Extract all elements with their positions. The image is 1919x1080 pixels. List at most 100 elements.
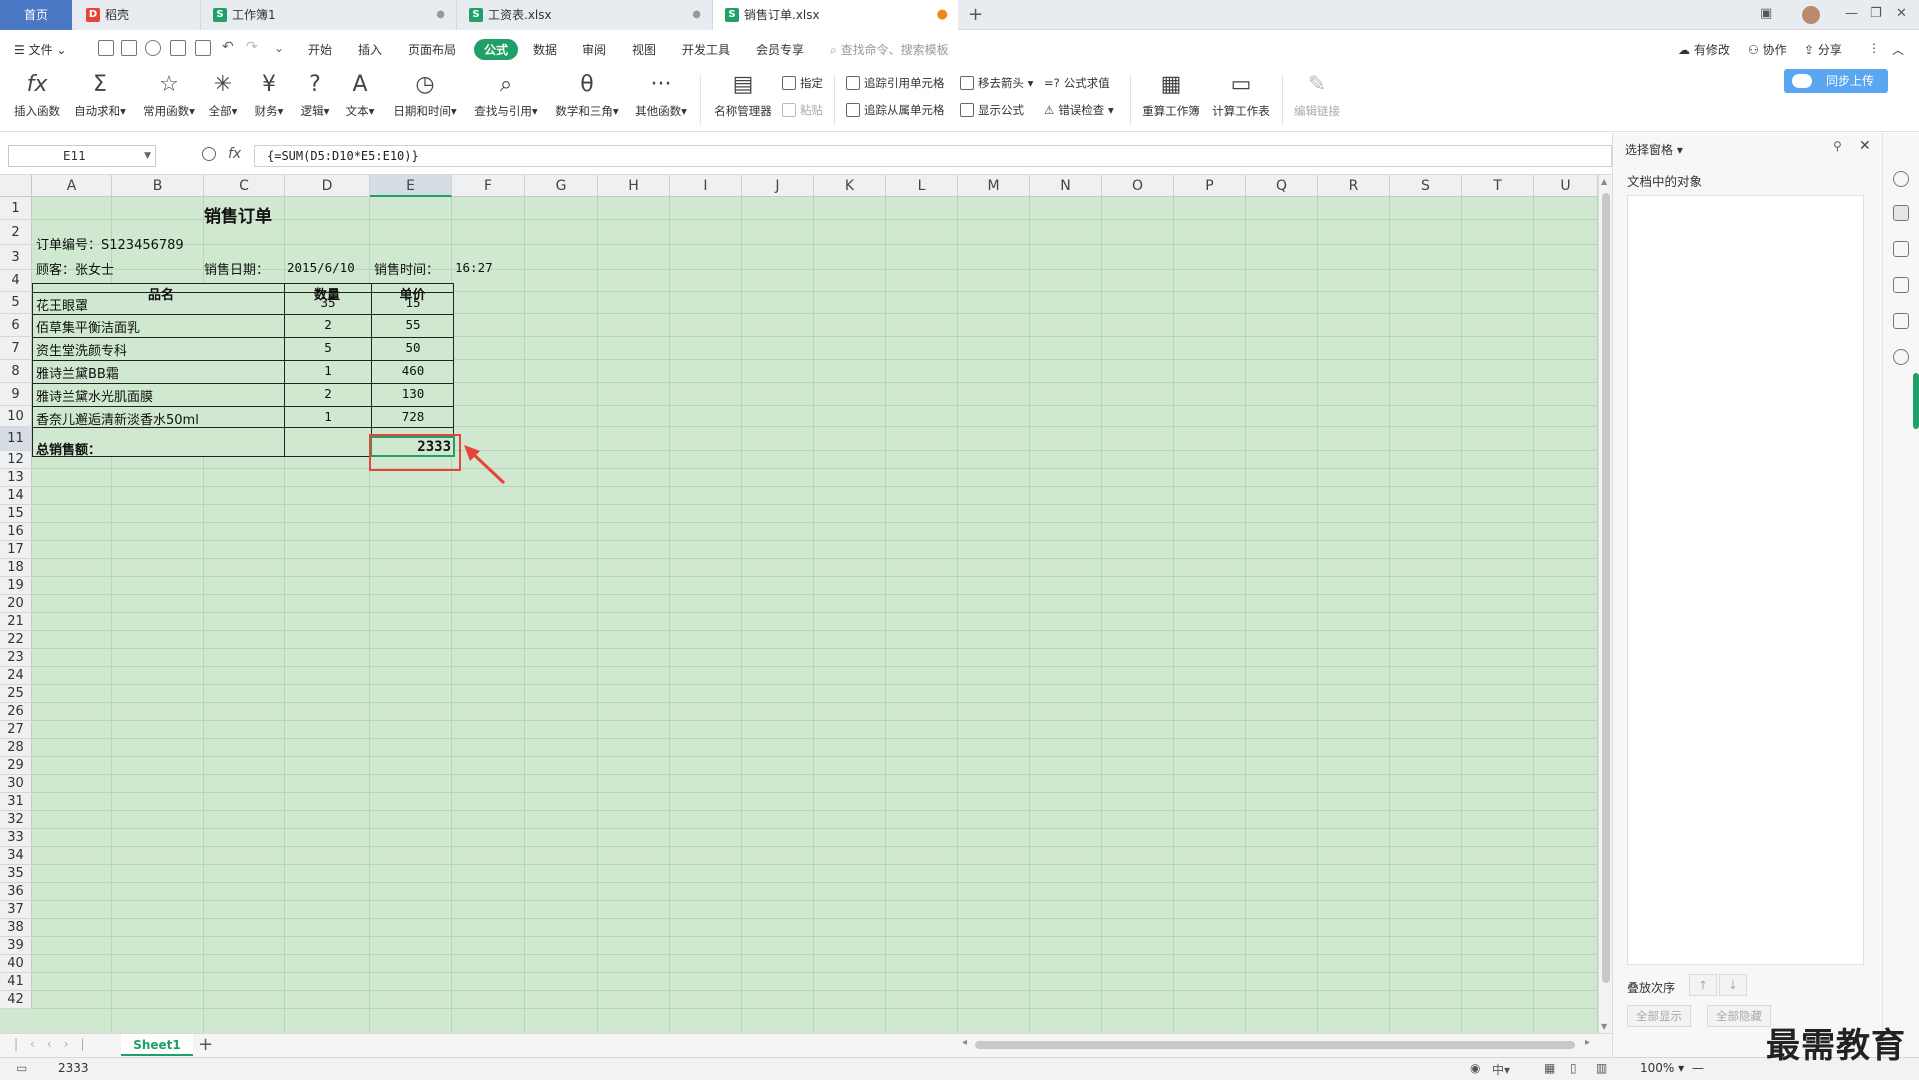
- input-method-icon[interactable]: 中▾: [1492, 1061, 1510, 1078]
- datetime-button[interactable]: ◷ 日期和时间▾: [390, 70, 460, 119]
- row-header-9[interactable]: 9: [0, 383, 32, 406]
- trace-dependents-button[interactable]: 追踪从属单元格: [846, 102, 945, 118]
- total-sales-label[interactable]: 总销售额：: [36, 439, 101, 458]
- add-sheet-plus-icon[interactable]: +: [198, 1034, 213, 1055]
- menu-home[interactable]: 开始: [308, 41, 332, 58]
- row-header-17[interactable]: 17: [0, 541, 32, 559]
- customize-dropdown-icon[interactable]: ⌄: [274, 41, 284, 55]
- item-name[interactable]: 香奈儿邂逅清新淡香水50ml: [36, 409, 284, 428]
- item-qty[interactable]: 1: [286, 363, 370, 378]
- row-header-7[interactable]: 7: [0, 337, 32, 360]
- all-functions-button[interactable]: ✳ 全部▾: [208, 70, 238, 119]
- scroll-down-icon[interactable]: ▼: [1601, 1022, 1607, 1031]
- column-header-e[interactable]: E: [370, 175, 452, 197]
- edit-links-button[interactable]: ✎ 编辑链接: [1292, 70, 1342, 119]
- macro-icon[interactable]: ▭: [16, 1061, 27, 1075]
- item-qty[interactable]: 2: [286, 317, 370, 332]
- tab-docer[interactable]: D 稻壳: [74, 0, 199, 30]
- column-header-d[interactable]: D: [285, 175, 370, 197]
- column-header-k[interactable]: K: [814, 175, 886, 197]
- item-price[interactable]: 50: [372, 340, 454, 355]
- more-icon[interactable]: ⋮: [1868, 41, 1880, 55]
- sale-time-label[interactable]: 销售时间：: [374, 259, 439, 278]
- unsaved-dot-icon[interactable]: ●: [937, 0, 948, 30]
- paste-name-button[interactable]: 粘贴: [782, 102, 823, 118]
- backup-icon[interactable]: [1893, 313, 1909, 329]
- error-check-button[interactable]: ⚠ 错误检查 ▾: [1044, 102, 1114, 118]
- column-header-b[interactable]: B: [112, 175, 204, 197]
- send-backward-button[interactable]: ↓: [1719, 974, 1747, 996]
- page-layout-view-icon[interactable]: ▯: [1570, 1061, 1577, 1075]
- item-name[interactable]: 雅诗兰黛水光肌面膜: [36, 386, 284, 405]
- row-header-6[interactable]: 6: [0, 314, 32, 337]
- item-price[interactable]: 460: [372, 363, 454, 378]
- select-cursor-icon[interactable]: [1893, 205, 1909, 221]
- column-header-h[interactable]: H: [598, 175, 670, 197]
- column-header-p[interactable]: P: [1174, 175, 1246, 197]
- trace-precedents-button[interactable]: 追踪引用单元格: [846, 75, 945, 91]
- row-header-41[interactable]: 41: [0, 973, 32, 991]
- row-header-24[interactable]: 24: [0, 667, 32, 685]
- show-formulas-button[interactable]: 显示公式: [960, 102, 1024, 118]
- row-header-1[interactable]: 1: [0, 197, 32, 220]
- menu-data[interactable]: 数据: [533, 41, 557, 58]
- item-name[interactable]: 雅诗兰黛BB霜: [36, 363, 284, 382]
- vertical-scrollbar[interactable]: ▲ ▼: [1598, 175, 1612, 1033]
- other-functions-button[interactable]: ··· 其他函数▾: [632, 70, 690, 119]
- math-button[interactable]: θ 数学和三角▾: [552, 70, 622, 119]
- tab-close-icon[interactable]: ●: [436, 0, 445, 30]
- close-pane-icon[interactable]: ✕: [1859, 138, 1871, 154]
- scroll-left-icon[interactable]: ◂: [962, 1037, 967, 1048]
- column-header-l[interactable]: L: [886, 175, 958, 197]
- row-header-37[interactable]: 37: [0, 901, 32, 919]
- eye-protect-icon[interactable]: ◉: [1470, 1061, 1480, 1075]
- item-name[interactable]: 佰草集平衡洁面乳: [36, 317, 284, 336]
- column-header-g[interactable]: G: [525, 175, 598, 197]
- avatar[interactable]: [1802, 6, 1820, 24]
- row-header-14[interactable]: 14: [0, 487, 32, 505]
- recalc-workbook-button[interactable]: ▦ 重算工作簿: [1140, 70, 1202, 119]
- menu-view[interactable]: 视图: [632, 41, 656, 58]
- sale-date-value[interactable]: 2015/6/10: [287, 260, 355, 275]
- row-header-40[interactable]: 40: [0, 955, 32, 973]
- item-name[interactable]: 花王眼罩: [36, 295, 284, 314]
- menu-member[interactable]: 会员专享: [756, 41, 804, 58]
- name-manager-button[interactable]: ▤ 名称管理器: [712, 70, 774, 119]
- menu-page-layout[interactable]: 页面布局: [408, 41, 456, 58]
- row-header-21[interactable]: 21: [0, 613, 32, 631]
- format-icon[interactable]: [1893, 277, 1909, 293]
- row-header-10[interactable]: 10: [0, 406, 32, 427]
- row-header-11[interactable]: 11: [0, 427, 32, 451]
- item-price[interactable]: 55: [372, 317, 454, 332]
- zoom-out-icon[interactable]: —: [1692, 1061, 1704, 1075]
- tab-salary[interactable]: S 工资表.xlsx ●: [456, 0, 711, 30]
- print-icon[interactable]: [170, 40, 186, 56]
- autosum-button[interactable]: Σ 自动求和▾: [72, 70, 128, 119]
- row-header-8[interactable]: 8: [0, 360, 32, 383]
- save-icon[interactable]: [121, 40, 137, 56]
- chevron-down-icon[interactable]: ▼: [144, 146, 151, 166]
- column-header-m[interactable]: M: [958, 175, 1030, 197]
- row-header-15[interactable]: 15: [0, 505, 32, 523]
- tab-workbook1[interactable]: S 工作簿1 ●: [200, 0, 455, 30]
- selection-pane-title[interactable]: 选择窗格 ▾: [1625, 141, 1683, 158]
- vertical-scroll-thumb[interactable]: [1602, 193, 1610, 983]
- column-header-r[interactable]: R: [1318, 175, 1390, 197]
- column-header-j[interactable]: J: [742, 175, 814, 197]
- rocket-icon[interactable]: [1893, 171, 1909, 187]
- zoom-level[interactable]: 100% ▾: [1640, 1061, 1684, 1075]
- cloud-sync-button[interactable]: 同步上传: [1784, 69, 1888, 93]
- minimize-icon[interactable]: —: [1845, 6, 1858, 21]
- row-header-27[interactable]: 27: [0, 721, 32, 739]
- row-header-23[interactable]: 23: [0, 649, 32, 667]
- changes-button[interactable]: ☁ 有修改: [1678, 41, 1730, 58]
- row-header-25[interactable]: 25: [0, 685, 32, 703]
- common-functions-button[interactable]: ☆ 常用函数▾: [140, 70, 198, 119]
- row-header-42[interactable]: 42: [0, 991, 32, 1009]
- horizontal-scroll-thumb[interactable]: [975, 1041, 1575, 1049]
- redo-icon[interactable]: ↷: [246, 39, 258, 55]
- evaluate-formula-button[interactable]: =? 公式求值: [1044, 75, 1110, 91]
- collapse-ribbon-icon[interactable]: ︿: [1892, 41, 1904, 58]
- window-count-icon[interactable]: ▣: [1760, 6, 1772, 21]
- row-header-36[interactable]: 36: [0, 883, 32, 901]
